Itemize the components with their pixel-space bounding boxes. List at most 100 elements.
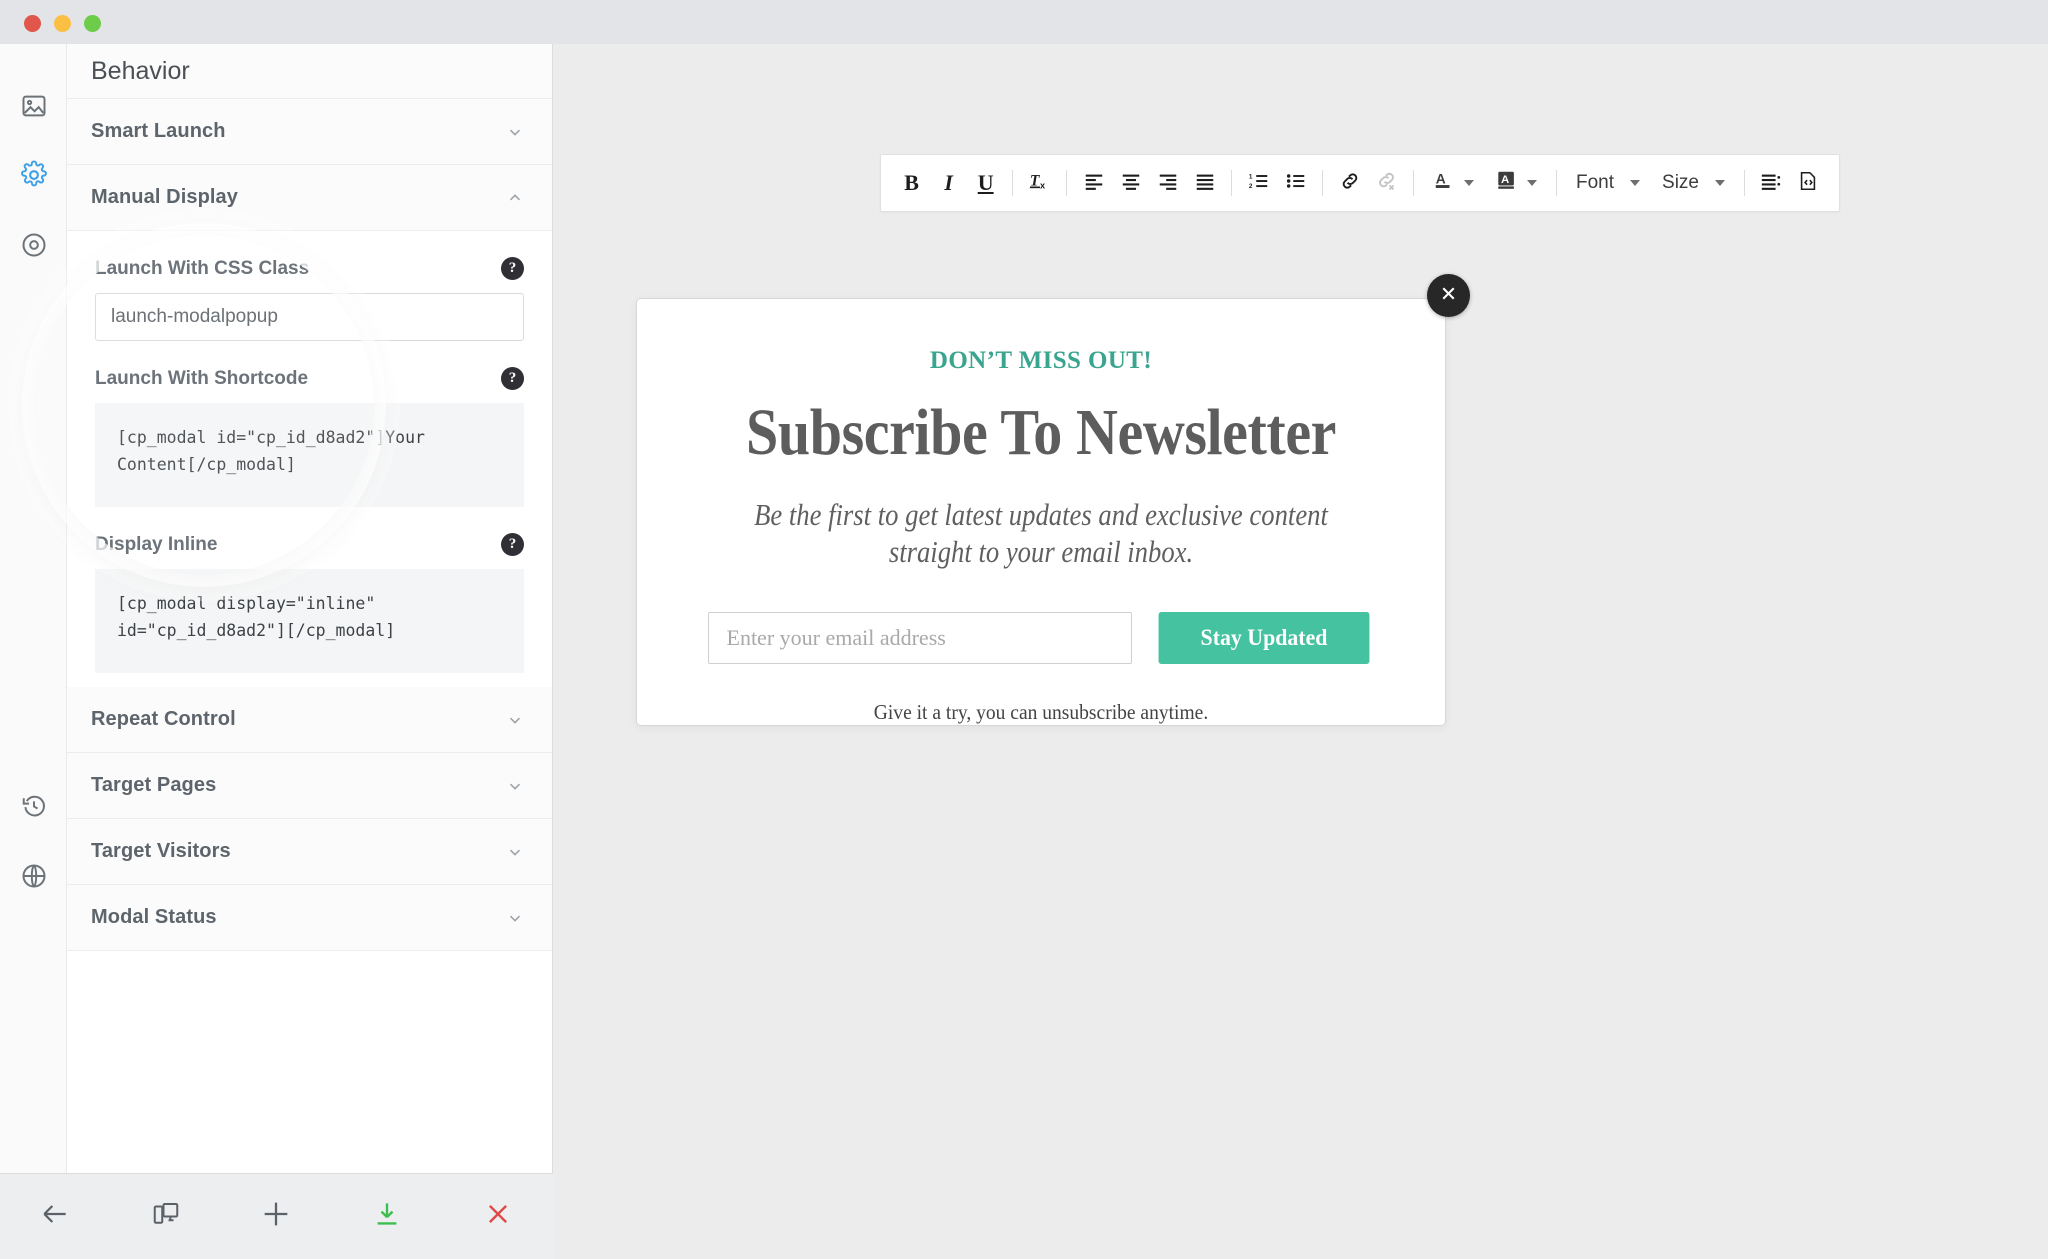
- underline-button[interactable]: U: [967, 162, 1004, 204]
- popup-heading: Subscribe To Newsletter: [745, 396, 1337, 469]
- bottom-toolbar: [0, 1173, 553, 1259]
- line-height-button[interactable]: [1753, 162, 1790, 204]
- numbered-list-icon: 1 2: [1248, 170, 1270, 197]
- rail-item-globe[interactable]: [0, 852, 67, 900]
- responsive-icon: [151, 1199, 181, 1234]
- source-code-icon: [1797, 169, 1819, 198]
- section-smart-launch[interactable]: Smart Launch: [67, 99, 552, 165]
- bulleted-list-icon: [1285, 170, 1307, 197]
- popup-eyebrow: DON’T MISS OUT!: [929, 347, 1153, 374]
- align-right-button[interactable]: [1149, 162, 1186, 204]
- stay-updated-button[interactable]: Stay Updated: [1158, 612, 1369, 665]
- align-justify-button[interactable]: [1186, 162, 1223, 204]
- save-download-icon: [372, 1199, 402, 1234]
- bulleted-list-button[interactable]: [1277, 162, 1314, 204]
- italic-icon: I: [944, 170, 953, 195]
- section-repeat-control[interactable]: Repeat Control: [67, 687, 552, 753]
- align-left-button[interactable]: [1075, 162, 1112, 204]
- text-color-icon: A: [1433, 168, 1455, 198]
- launch-shortcode-code[interactable]: [cp_modal id="cp_id_d8ad2"]Your Content[…: [95, 403, 524, 507]
- toolbar-divider: [1556, 170, 1557, 196]
- gear-icon: [19, 160, 49, 190]
- field-display-inline: Display Inline ? [cp_modal display="inli…: [67, 507, 552, 673]
- svg-text:A: A: [1436, 172, 1446, 187]
- align-center-icon: [1120, 170, 1142, 197]
- close-window-button[interactable]: [24, 15, 41, 32]
- minimize-window-button[interactable]: [54, 15, 71, 32]
- newsletter-popup: DON’T MISS OUT! Subscribe To Newsletter …: [636, 274, 1470, 726]
- font-size-dropdown[interactable]: Size: [1651, 162, 1736, 204]
- remove-format-button[interactable]: T x: [1021, 162, 1058, 204]
- text-color-button[interactable]: A: [1422, 162, 1485, 204]
- section-modal-status[interactable]: Modal Status: [67, 885, 552, 951]
- rail-item-history[interactable]: [0, 782, 67, 830]
- font-family-label: Font: [1576, 172, 1615, 193]
- numbered-list-button[interactable]: 1 2: [1240, 162, 1277, 204]
- line-height-icon: [1760, 170, 1782, 197]
- display-inline-code[interactable]: [cp_modal display="inline" id="cp_id_d8a…: [95, 569, 524, 673]
- add-button[interactable]: [221, 1174, 332, 1259]
- section-target-visitors[interactable]: Target Visitors: [67, 819, 552, 885]
- rail-item-settings[interactable]: [0, 151, 67, 199]
- bg-color-icon: A: [1496, 168, 1518, 198]
- popup-note: Give it a try, you can unsubscribe anyti…: [873, 700, 1209, 725]
- responsive-preview-button[interactable]: [111, 1174, 222, 1259]
- back-arrow-icon: [39, 1198, 71, 1235]
- section-manual-display[interactable]: Manual Display: [67, 165, 552, 231]
- chevron-down-icon: [506, 843, 524, 861]
- chevron-down-icon: [506, 123, 524, 141]
- image-icon: [20, 92, 48, 120]
- help-icon-shortcode[interactable]: ?: [501, 367, 524, 390]
- help-icon-display-inline[interactable]: ?: [501, 533, 524, 556]
- font-family-dropdown[interactable]: Font: [1565, 162, 1651, 204]
- chevron-down-icon: [1715, 180, 1725, 186]
- left-icon-rail: [0, 44, 67, 1217]
- bg-color-button[interactable]: A: [1485, 162, 1548, 204]
- remove-format-icon: T x: [1029, 170, 1051, 197]
- rail-item-image[interactable]: [0, 82, 67, 130]
- help-icon-css-class[interactable]: ?: [501, 257, 524, 280]
- chevron-down-icon: [1464, 180, 1475, 186]
- save-button[interactable]: [332, 1174, 443, 1259]
- section-modal-status-label: Modal Status: [91, 906, 217, 928]
- unlink-icon: [1375, 169, 1399, 198]
- rich-text-toolbar: B I U T x 1 2 A A Font Size: [880, 154, 1840, 212]
- target-icon: [20, 231, 48, 259]
- chevron-down-icon: [506, 909, 524, 927]
- italic-button[interactable]: I: [930, 162, 967, 204]
- history-icon: [20, 792, 48, 820]
- launch-shortcode-label: Launch With Shortcode: [95, 367, 309, 389]
- popup-close-button[interactable]: [1427, 274, 1470, 317]
- close-editor-button[interactable]: [442, 1174, 553, 1259]
- font-size-label: Size: [1662, 172, 1699, 193]
- window-controls: [24, 15, 101, 32]
- page-title: Behavior: [67, 44, 552, 99]
- section-manual-display-label: Manual Display: [91, 186, 238, 208]
- maximize-window-button[interactable]: [84, 15, 101, 32]
- launch-css-class-label: Launch With CSS Class: [95, 257, 310, 279]
- popup-preview-wrapper: DON’T MISS OUT! Subscribe To Newsletter …: [636, 274, 1470, 726]
- source-code-button[interactable]: [1790, 162, 1827, 204]
- bold-icon: B: [904, 170, 919, 195]
- svg-text:2: 2: [1249, 182, 1253, 189]
- align-center-button[interactable]: [1112, 162, 1149, 204]
- rail-item-target[interactable]: [0, 221, 67, 269]
- toolbar-divider: [1322, 170, 1324, 196]
- close-icon: [1438, 283, 1459, 309]
- bold-button[interactable]: B: [893, 162, 930, 204]
- chevron-up-icon: [506, 189, 524, 207]
- section-repeat-control-label: Repeat Control: [91, 708, 236, 730]
- field-launch-css-class: Launch With CSS Class ?: [67, 231, 552, 341]
- toolbar-divider: [1413, 170, 1415, 196]
- link-icon: [1338, 169, 1362, 198]
- popup-subheading: Be the first to get latest updates and e…: [754, 497, 1328, 569]
- toolbar-divider: [1231, 170, 1233, 196]
- email-input[interactable]: [707, 612, 1132, 665]
- launch-css-class-input[interactable]: [95, 293, 524, 341]
- link-button[interactable]: [1331, 162, 1368, 204]
- chevron-down-icon: [1630, 180, 1641, 186]
- align-justify-icon: [1194, 170, 1216, 197]
- close-icon: [483, 1199, 513, 1234]
- back-button[interactable]: [0, 1174, 111, 1259]
- section-target-pages[interactable]: Target Pages: [67, 753, 552, 819]
